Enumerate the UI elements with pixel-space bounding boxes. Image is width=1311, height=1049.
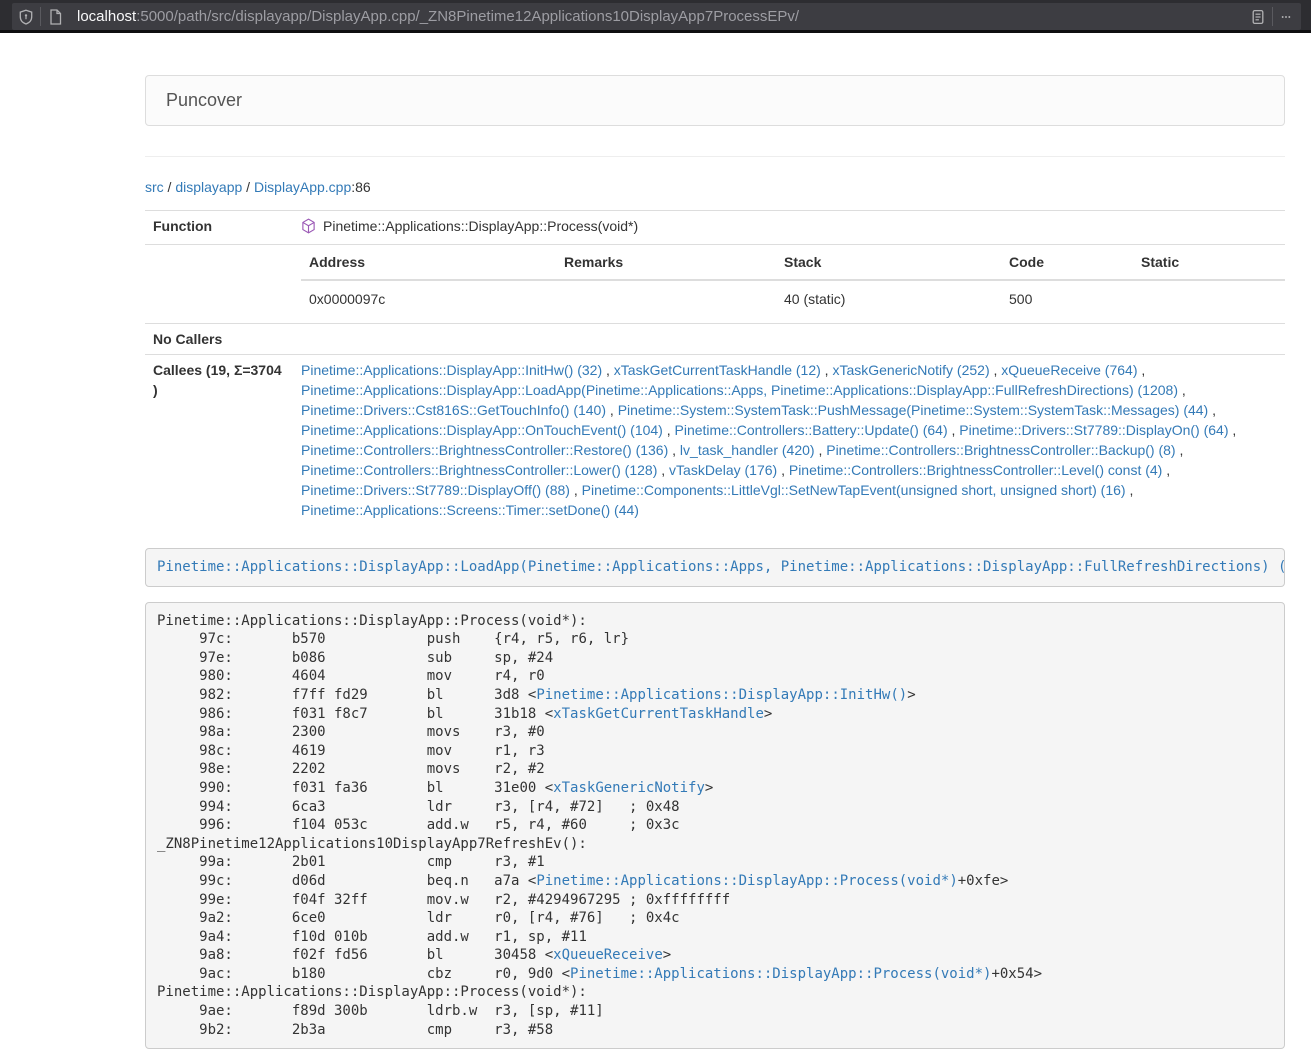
function-table: Function Pinetime::Applications::Display… [145,210,1285,525]
callee-link[interactable]: Pinetime::Controllers::Battery::Update()… [675,422,948,438]
callee-link[interactable]: xQueueReceive (764) [1001,362,1137,378]
function-name: Pinetime::Applications::DisplayApp::Proc… [323,218,638,234]
shield-icon[interactable] [12,3,40,30]
callee-separator: , [815,442,827,458]
function-stats-table: Address Remarks Stack Code Static 0x0000… [301,245,1285,317]
callee-separator: , [1178,382,1186,398]
breadcrumb-line-number: :86 [351,179,370,195]
function-label: Function [145,211,293,245]
callee-link[interactable]: Pinetime::Applications::Screens::Timer::… [301,502,639,518]
symbol-link[interactable]: Pinetime::Applications::DisplayApp::Proc… [536,873,957,889]
callee-link[interactable]: Pinetime::System::SystemTask::PushMessag… [618,402,1209,418]
callee-link[interactable]: Pinetime::Applications::DisplayApp::Init… [301,362,602,378]
static-cell [1133,280,1285,317]
page-title: Puncover [166,90,242,111]
callee-separator: , [657,462,669,478]
function-cube-icon [301,218,316,239]
stack-cell: 40 (static) [776,280,1001,317]
address-bar[interactable]: localhost:5000/path/src/displayapp/Displ… [12,3,1301,30]
no-callers-label: No Callers [145,324,293,355]
url-host: localhost [77,8,136,25]
callee-link[interactable]: Pinetime::Components::LittleVgl::SetNewT… [582,482,1126,498]
no-callers-row: No Callers [145,324,1285,355]
breadcrumb: src / displayapp / DisplayApp.cpp:86 [145,177,1285,197]
callee-link[interactable]: Pinetime::Controllers::BrightnessControl… [301,442,668,458]
callee-separator: , [821,362,833,378]
callee-separator: , [990,362,1002,378]
address-cell: 0x0000097c [301,280,556,317]
url-path: :5000/path/src/displayapp/DisplayApp.cpp… [136,8,799,25]
callee-separator: , [777,462,789,478]
callee-separator: , [1229,422,1237,438]
symbol-link[interactable]: xTaskGetCurrentTaskHandle [553,706,764,722]
callee-separator: , [1162,462,1170,478]
overflow-menu-icon[interactable] [1273,3,1301,30]
callee-link[interactable]: Pinetime::Drivers::St7789::DisplayOn() (… [959,422,1228,438]
symbol-link[interactable]: xQueueReceive [553,947,663,963]
callee-link[interactable]: Pinetime::Drivers::Cst816S::GetTouchInfo… [301,402,606,418]
callee-separator: , [570,482,582,498]
highlighted-callee-box: Pinetime::Applications::DisplayApp::Load… [145,548,1285,587]
callee-separator: , [606,402,618,418]
function-stats-cell: Address Remarks Stack Code Static 0x0000… [293,245,1285,324]
page-icon [41,3,69,30]
callee-link[interactable]: vTaskDelay (176) [669,462,777,478]
callee-separator: , [1208,402,1216,418]
callees-list: Pinetime::Applications::DisplayApp::Init… [293,355,1285,526]
callee-link[interactable]: Pinetime::Applications::DisplayApp::OnTo… [301,422,663,438]
callee-link[interactable]: xTaskGetCurrentTaskHandle (12) [614,362,821,378]
callee-link[interactable]: Pinetime::Controllers::BrightnessControl… [789,462,1162,478]
remarks-cell [556,280,776,317]
callee-separator: , [948,422,960,438]
breadcrumb-link[interactable]: displayapp [175,179,242,195]
browser-toolbar: localhost:5000/path/src/displayapp/Displ… [0,0,1311,33]
breadcrumb-link[interactable]: DisplayApp.cpp [254,179,351,195]
callee-separator: , [668,442,680,458]
callee-link[interactable]: Pinetime::Controllers::BrightnessControl… [826,442,1175,458]
table-row: 0x0000097c 40 (static) 500 [301,280,1285,317]
stats-header-row: Address Remarks Stack Code Static [301,245,1285,280]
callee-separator: , [1137,362,1145,378]
code-cell: 500 [1001,280,1133,317]
breadcrumb-link[interactable]: src [145,179,164,195]
symbol-link[interactable]: Pinetime::Applications::DisplayApp::Proc… [570,966,991,982]
callee-link[interactable]: xTaskGenericNotify (252) [832,362,989,378]
callee-link[interactable]: Pinetime::Drivers::St7789::DisplayOff() … [301,482,570,498]
page-container: Puncover src / displayapp / DisplayApp.c… [145,75,1285,1049]
loadapp-link[interactable]: Pinetime::Applications::DisplayApp::Load… [157,559,1285,575]
function-stats-row: Address Remarks Stack Code Static 0x0000… [145,245,1285,324]
col-static: Static [1133,245,1285,280]
function-name-cell: Pinetime::Applications::DisplayApp::Proc… [293,211,1285,245]
breadcrumb-separator: / [242,179,254,195]
breadcrumb-separator: / [164,179,176,195]
callee-separator: , [663,422,675,438]
callee-link[interactable]: Pinetime::Controllers::BrightnessControl… [301,462,657,478]
callee-separator: , [602,362,614,378]
symbol-link[interactable]: xTaskGenericNotify [553,780,705,796]
callee-link[interactable]: lv_task_handler (420) [680,442,815,458]
col-stack: Stack [776,245,1001,280]
empty-label-cell [145,245,293,324]
app-header-panel: Puncover [145,75,1285,126]
disassembly-pre: Pinetime::Applications::DisplayApp::Proc… [145,602,1285,1049]
function-row: Function Pinetime::Applications::Display… [145,211,1285,245]
col-address: Address [301,245,556,280]
divider [145,156,1285,157]
callee-link[interactable]: Pinetime::Applications::DisplayApp::Load… [301,382,1178,398]
reader-mode-icon[interactable] [1244,3,1272,30]
col-code: Code [1001,245,1133,280]
callees-label: Callees (19, Σ=3704 ) [145,355,293,526]
symbol-link[interactable]: Pinetime::Applications::DisplayApp::Init… [536,687,907,703]
callee-separator: , [1176,442,1184,458]
callees-row: Callees (19, Σ=3704 ) Pinetime::Applicat… [145,355,1285,526]
url-text[interactable]: localhost:5000/path/src/displayapp/Displ… [77,8,1244,25]
col-remarks: Remarks [556,245,776,280]
no-callers-cell [293,324,1285,355]
callee-separator: , [1126,482,1134,498]
